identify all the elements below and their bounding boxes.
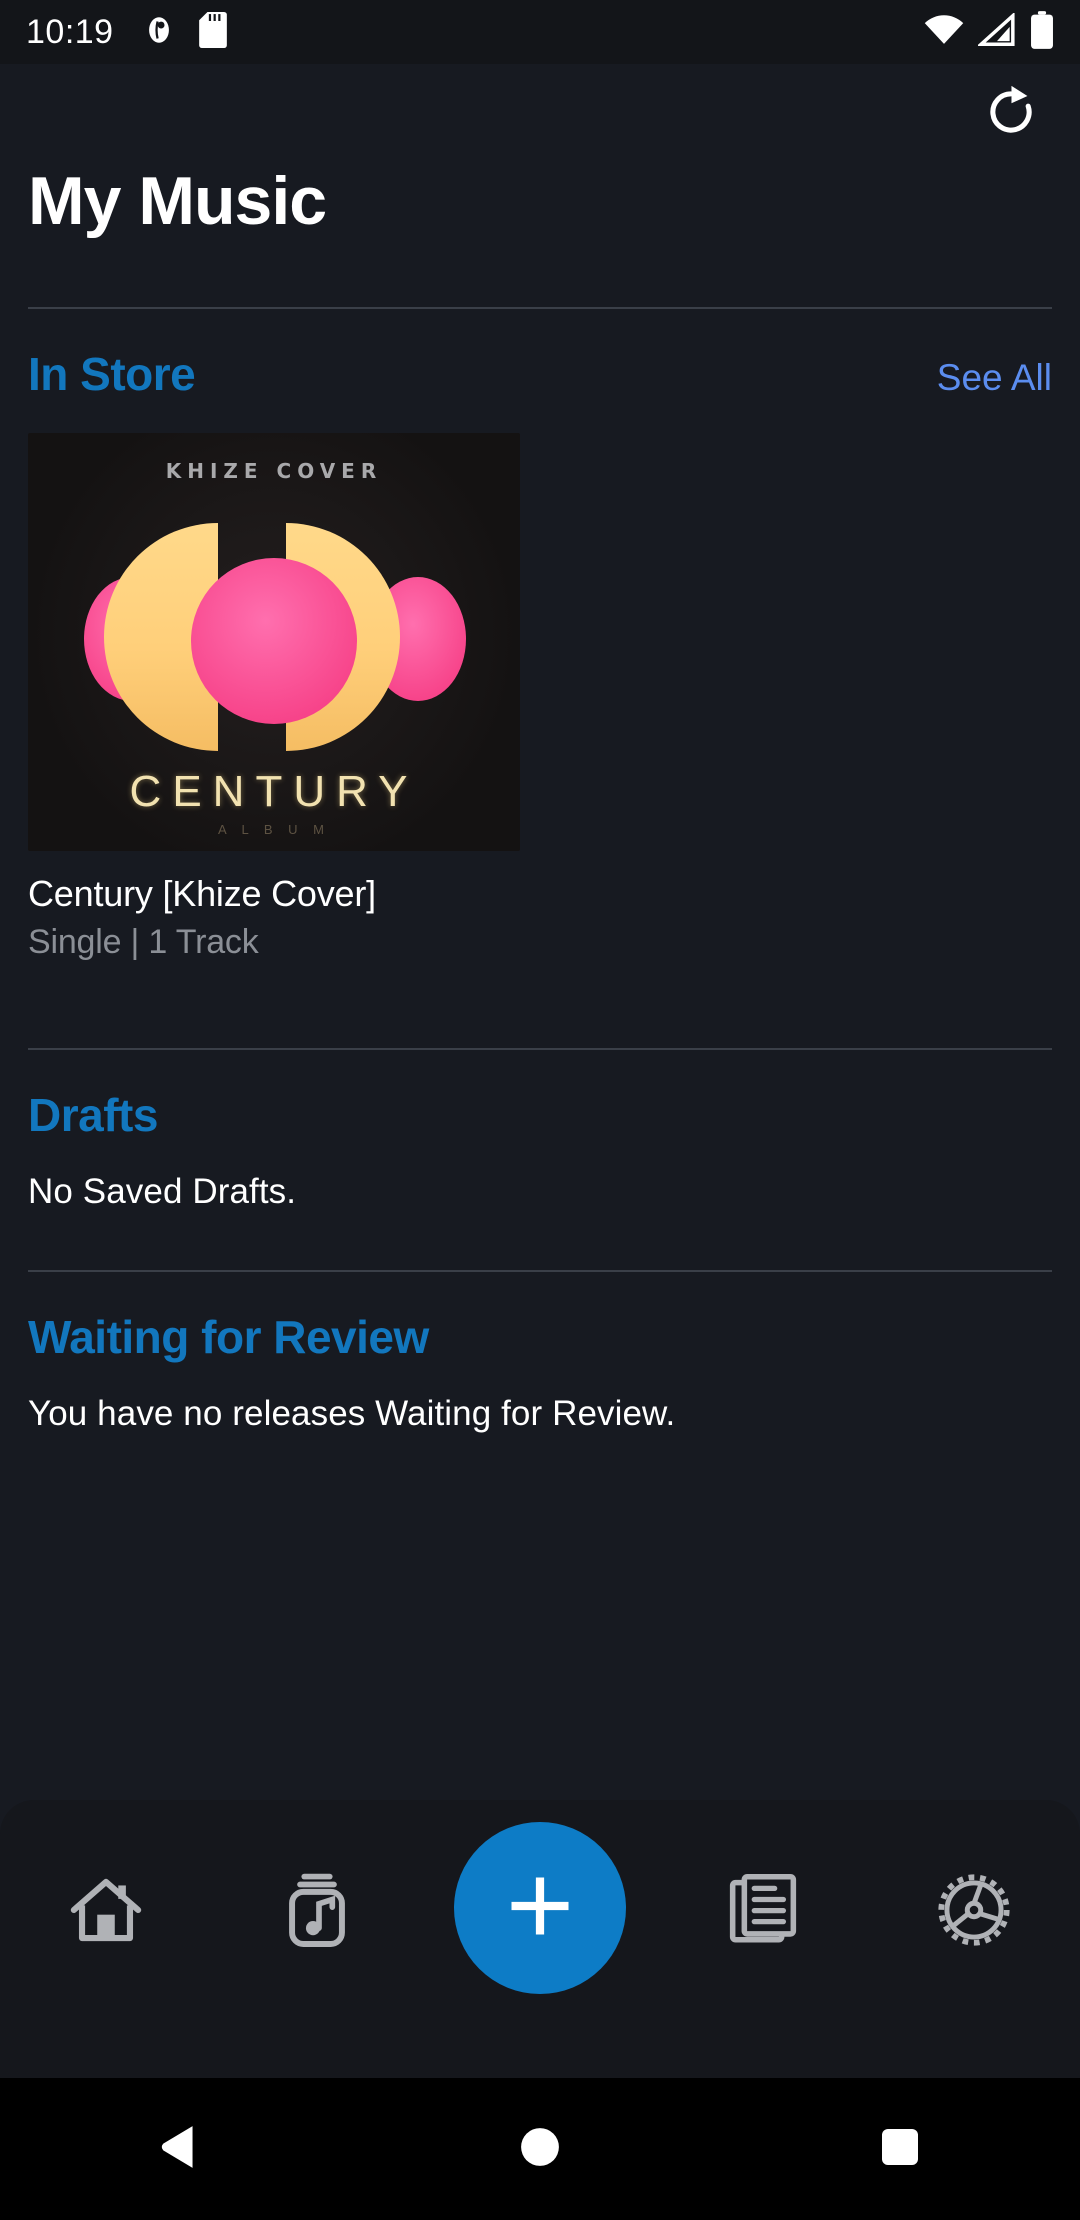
album-card-century[interactable]: KHIZE COVER CENTURY A L B U M Century [K… — [28, 433, 520, 962]
back-triangle-icon — [159, 2124, 201, 2175]
android-navigation-bar — [0, 2078, 1080, 2220]
home-icon — [68, 1872, 144, 1953]
artwork-top-text: KHIZE COVER — [165, 459, 383, 484]
android-back-button[interactable] — [110, 2078, 250, 2220]
sd-card-icon — [198, 11, 228, 53]
review-header: Waiting for Review — [28, 1272, 1052, 1364]
status-bar: 10:19 — [0, 0, 1080, 64]
section-waiting-for-review: Waiting for Review You have no releases … — [0, 1272, 1080, 1434]
settings-gear-icon — [935, 1871, 1013, 1954]
artwork-sub-text: A L B U M — [217, 822, 331, 838]
scroll-content: My Music In Store See All KHIZE COVER CE… — [0, 64, 1080, 2078]
section-drafts: Drafts No Saved Drafts. — [0, 1050, 1080, 1270]
header-divider — [28, 307, 1052, 310]
releases-document-icon — [728, 1872, 798, 1953]
phone-screen: 10:19 My Music In Store See All KHIZE CO… — [0, 0, 1080, 2220]
status-bar-notification-icons — [142, 11, 228, 53]
wifi-icon — [924, 13, 964, 52]
page-title: My Music — [28, 163, 327, 239]
artwork-logo — [28, 511, 520, 761]
drafts-header: Drafts — [28, 1050, 1052, 1142]
review-empty-text: You have no releases Waiting for Review. — [28, 1394, 676, 1434]
app-header: My Music — [0, 64, 1080, 310]
review-title: Waiting for Review — [28, 1311, 429, 1364]
recents-square-icon — [880, 2127, 920, 2172]
section-in-store: In Store See All KHIZE COVER CENTURY A L… — [0, 309, 1080, 1048]
in-store-header: In Store See All — [28, 309, 1052, 401]
nav-item-releases[interactable] — [688, 1852, 838, 1972]
android-home-button[interactable] — [470, 2078, 610, 2220]
status-bar-system-icons — [924, 10, 1054, 54]
in-store-see-all-link[interactable]: See All — [937, 357, 1052, 399]
music-library-icon — [283, 1870, 351, 1955]
status-bar-clock: 10:19 — [26, 12, 114, 51]
artwork-bottom-text: CENTURY — [129, 767, 419, 817]
album-meta: Single | 1 Track — [28, 923, 259, 962]
nav-item-home[interactable] — [31, 1852, 181, 1972]
battery-icon — [1030, 10, 1054, 54]
notification-icon — [142, 13, 176, 52]
album-title: Century [Khize Cover] — [28, 873, 376, 915]
header-action-row — [0, 64, 1080, 160]
refresh-icon — [990, 85, 1032, 133]
nav-item-music-library[interactable] — [242, 1852, 392, 1972]
drafts-empty-text: No Saved Drafts. — [28, 1172, 297, 1212]
android-recents-button[interactable] — [830, 2078, 970, 2220]
album-artwork: KHIZE COVER CENTURY A L B U M — [28, 433, 520, 852]
add-release-fab-button[interactable] — [453, 1822, 626, 1994]
nav-item-settings[interactable] — [899, 1852, 1049, 1972]
drafts-title: Drafts — [28, 1089, 158, 1142]
add-icon — [502, 1868, 578, 1949]
refresh-button[interactable] — [980, 81, 1042, 143]
bottom-navigation-bar — [0, 1800, 1080, 2078]
in-store-title: In Store — [28, 348, 196, 401]
home-circle-icon — [519, 2126, 561, 2173]
cellular-signal-icon — [976, 11, 1016, 52]
